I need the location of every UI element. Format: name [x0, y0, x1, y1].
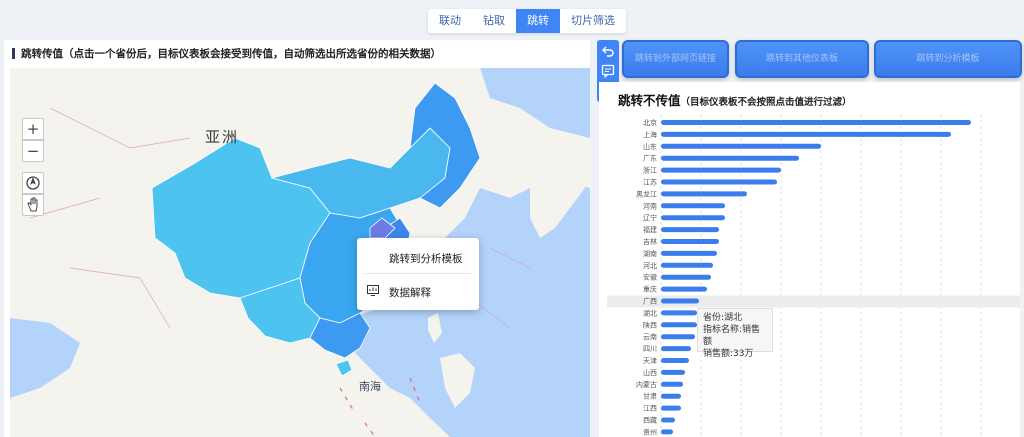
category-label: 辽宁 — [643, 213, 657, 222]
bar — [661, 179, 777, 185]
bar — [661, 215, 725, 221]
category-label: 上海 — [643, 130, 657, 139]
bar — [661, 143, 821, 149]
category-label: 云南 — [643, 332, 657, 341]
pan-hand-icon[interactable] — [22, 194, 44, 216]
jump-external-link-button[interactable]: 跳转到外部网页链接 — [622, 40, 729, 78]
category-label: 北京 — [643, 118, 657, 127]
bar — [661, 286, 707, 292]
map-panel-title-text: 跳转传值（点击一个省份后，目标仪表板会接受到传值，自动筛选出所选省份的相关数据） — [21, 48, 441, 60]
map-context-menu: 跳转到分析模板 数据解释 — [357, 238, 479, 310]
jump-analysis-template-button[interactable]: 跳转到分析模板 — [874, 40, 1022, 78]
tab-drilldown[interactable]: 钻取 — [472, 9, 516, 33]
category-label: 贵州 — [643, 427, 657, 436]
data-explain-icon — [367, 285, 379, 296]
category-label: 陕西 — [643, 320, 657, 329]
map-canvas — [10, 68, 590, 437]
category-label: 黑龙江 — [636, 189, 657, 198]
bar — [661, 239, 719, 244]
menu-item-label: 跳转到分析模板 — [389, 253, 463, 265]
category-label: 甘肃 — [643, 392, 657, 401]
bar — [661, 167, 781, 173]
menu-divider — [365, 273, 471, 274]
category-label: 天津 — [643, 357, 657, 365]
category-label: 西藏 — [643, 416, 657, 425]
island-japan — [530, 163, 585, 238]
bar — [661, 227, 719, 233]
category-label: 湖南 — [643, 249, 657, 258]
bar — [661, 298, 699, 304]
bar-chart: 北京上海山东广东浙江江苏黑龙江河南辽宁福建吉林湖南河北安徽重庆广西湖北陕西云南四… — [607, 114, 1020, 437]
jump-button-label: 跳转到外部网页链接 — [634, 54, 716, 64]
bar — [661, 393, 681, 399]
bar — [661, 131, 951, 137]
category-label: 浙江 — [643, 166, 657, 175]
menu-item-jump-analysis-template[interactable]: 跳转到分析模板 — [357, 242, 479, 272]
tooltip-metric: 指标名称:销售额 — [703, 325, 761, 347]
category-label: 内蒙古 — [636, 380, 657, 389]
tab-jump[interactable]: 跳转 — [516, 9, 560, 33]
zoom-in-button[interactable]: + — [22, 118, 44, 140]
zoom-out-button[interactable]: − — [22, 140, 44, 162]
category-label: 河南 — [643, 201, 657, 210]
bar — [661, 429, 673, 435]
jump-button-label: 跳转到其他仪表板 — [765, 54, 838, 64]
tab-linkage[interactable]: 联动 — [428, 9, 472, 33]
category-label: 湖北 — [643, 308, 657, 317]
category-label: 安徽 — [643, 273, 657, 282]
category-label: 四川 — [643, 345, 657, 353]
china-map[interactable]: + − 亚洲 黄海 南海 太平 — [10, 68, 590, 437]
map-panel: 跳转传值（点击一个省份后，目标仪表板会接受到传值，自动筛选出所选省份的相关数据） — [4, 40, 590, 437]
bar — [661, 334, 695, 340]
comment-icon[interactable] — [600, 63, 616, 79]
bar — [661, 274, 711, 280]
category-label: 河北 — [643, 262, 657, 270]
bar — [661, 191, 747, 197]
category-label: 福建 — [643, 225, 657, 234]
bar — [661, 322, 697, 328]
tooltip-province: 省份:湖北 — [703, 313, 743, 323]
bar — [661, 155, 799, 161]
label-south-sea: 南海 — [359, 380, 381, 393]
category-label: 吉林 — [643, 237, 657, 246]
bar — [661, 346, 691, 352]
back-icon[interactable] — [600, 43, 616, 59]
bar — [661, 310, 697, 316]
tab-slice-filter[interactable]: 切片筛选 — [560, 9, 626, 33]
island-taiwan — [428, 313, 442, 343]
category-label: 重庆 — [643, 285, 657, 294]
bar-chart-panel: 跳转不传值（目标仪表板不会按照点击值进行过滤） 北京 上海 山东 广东 浙江 江苏 黑龙江河… — [599, 82, 1020, 437]
chart-tooltip: 省份:湖北 指标名称:销售额 销售额:33万 — [697, 308, 773, 359]
category-label: 山东 — [643, 142, 657, 151]
bar — [661, 381, 683, 387]
tooltip-value: 销售额:33万 — [703, 349, 754, 359]
category-label: 江西 — [643, 405, 657, 413]
jump-dashboard-button[interactable]: 跳转到其他仪表板 — [735, 40, 869, 78]
bar — [661, 369, 685, 375]
bar — [661, 120, 971, 125]
category-label: 广西 — [643, 297, 657, 306]
category-label: 江苏 — [643, 178, 657, 187]
menu-item-data-explain[interactable]: 数据解释 — [357, 276, 479, 306]
category-label: 广东 — [643, 154, 657, 163]
label-asia: 亚洲 — [205, 128, 240, 146]
bar — [661, 203, 725, 209]
jump-button-label: 跳转到分析模板 — [916, 54, 980, 64]
bar — [661, 358, 689, 363]
bar — [661, 250, 717, 256]
rotate-north-icon[interactable] — [22, 172, 44, 194]
category-label: 山西 — [643, 368, 657, 377]
menu-item-label: 数据解释 — [389, 287, 431, 299]
map-panel-title: 跳转传值（点击一个省份后，目标仪表板会接受到传值，自动筛选出所选省份的相关数据） — [12, 46, 441, 61]
bar — [661, 405, 681, 411]
title-marker — [12, 48, 15, 59]
bar — [661, 262, 713, 268]
island-philippines — [440, 353, 475, 408]
bar — [661, 417, 675, 423]
view-mode-tabs: 联动 钻取 跳转 切片筛选 — [428, 9, 626, 33]
